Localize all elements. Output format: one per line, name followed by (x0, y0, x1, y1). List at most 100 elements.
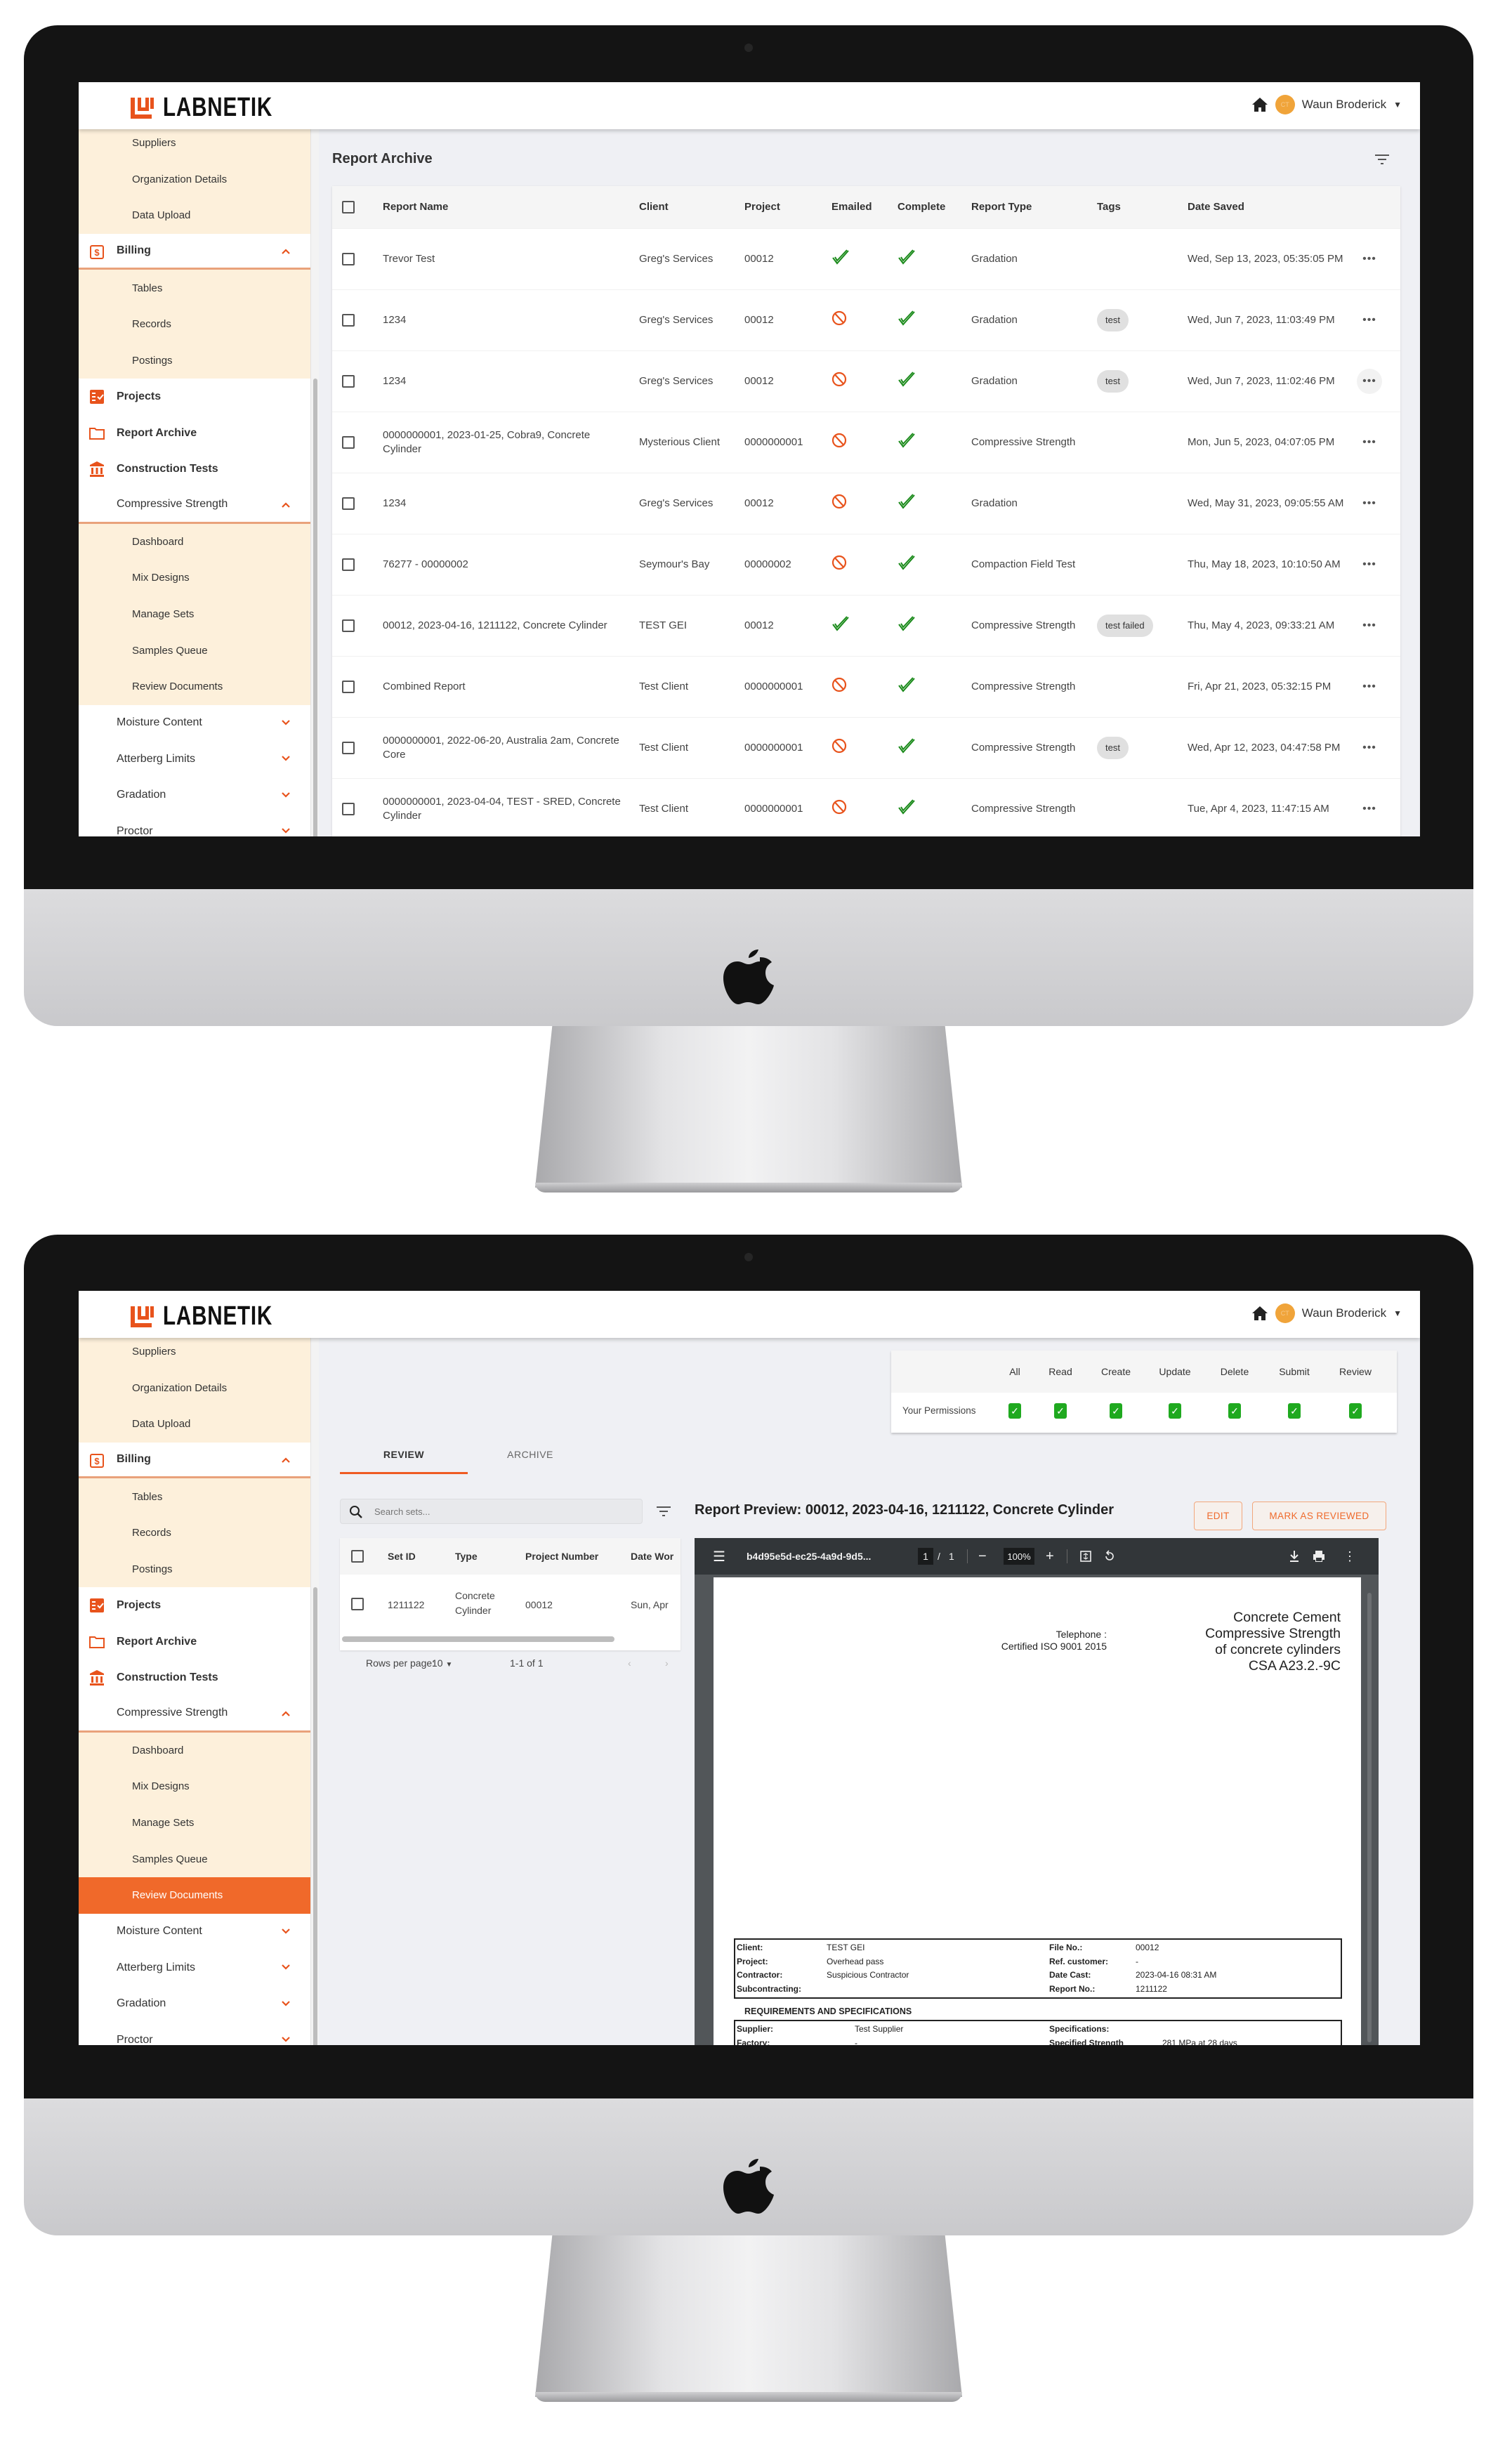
row-checkbox[interactable] (342, 436, 355, 449)
more-actions-button[interactable]: ••• (1357, 247, 1382, 272)
sidebar-item-projects[interactable]: Projects (79, 1587, 310, 1624)
logo[interactable]: LABNETIK (129, 1301, 303, 1332)
sidebar-item-construction-tests[interactable]: Construction Tests (79, 1660, 310, 1696)
rotate-icon[interactable] (1103, 1538, 1116, 1575)
column-header-client[interactable]: Client (639, 200, 744, 214)
chevron-up-icon[interactable] (280, 1708, 291, 1719)
sidebar-item-moisture-content[interactable]: Moisture Content (79, 705, 310, 742)
chevron-down-icon[interactable] (280, 825, 291, 836)
sidebar-item-samples-queue[interactable]: Samples Queue (79, 632, 310, 669)
more-actions-button[interactable]: ••• (1357, 796, 1382, 822)
row-checkbox-cell[interactable] (332, 619, 383, 632)
menu-icon[interactable]: ☰ (713, 1538, 725, 1575)
sidebar-item-samples-queue[interactable]: Samples Queue (79, 1841, 310, 1877)
chevron-down-icon[interactable] (280, 717, 291, 728)
table-row[interactable]: 1234 Greg's Services 00012 Gradation test Wed… (332, 290, 1400, 351)
tab-archive[interactable]: ARCHIVE (507, 1449, 553, 1460)
row-checkbox-cell[interactable] (332, 314, 383, 327)
sidebar-item-compressive-strength[interactable]: Compressive Strength (79, 1696, 310, 1733)
sidebar-item-tables[interactable]: Tables (79, 270, 310, 306)
sidebar-item-proctor[interactable]: Proctor (79, 2022, 310, 2045)
sidebar-scrollbar[interactable] (310, 1338, 319, 2045)
sidebar-item-tables[interactable]: Tables (79, 1478, 310, 1515)
table-row[interactable]: 76277 - 00000002 Seymour's Bay 00000002 Com… (332, 534, 1400, 596)
rows-per-page-select[interactable]: 10 ▼ (432, 1657, 452, 1669)
sets-row[interactable]: 1211122 Concrete Cylinder 00012 Sun, Apr (340, 1575, 681, 1634)
row-checkbox-cell[interactable] (332, 681, 383, 693)
mark-as-reviewed-button[interactable]: MARK AS REVIEWED (1252, 1502, 1386, 1530)
chevron-up-icon[interactable] (280, 499, 291, 511)
zoom-in-button[interactable]: + (1046, 1538, 1054, 1575)
sidebar-item-moisture-content[interactable]: Moisture Content (79, 1914, 310, 1950)
sidebar-item-report-archive[interactable]: Report Archive (79, 1624, 310, 1660)
row-checkbox[interactable] (342, 681, 355, 693)
sidebar-item-gradation[interactable]: Gradation (79, 777, 310, 814)
home-icon[interactable] (1251, 1306, 1268, 1321)
sidebar-item-projects[interactable]: Projects (79, 379, 310, 415)
sidebar-item-construction-tests[interactable]: Construction Tests (79, 451, 310, 487)
sidebar-item-billing[interactable]: $ Billing (79, 1443, 310, 1479)
chevron-down-icon[interactable] (280, 1962, 291, 1973)
download-icon[interactable] (1289, 1538, 1300, 1575)
search-input[interactable] (374, 1504, 627, 1518)
sets-column-type[interactable]: Type (455, 1551, 478, 1562)
user-name[interactable]: Waun Broderick (1302, 1306, 1386, 1320)
sets-column-date-wor[interactable]: Date Wor (631, 1551, 673, 1562)
user-name[interactable]: Waun Broderick (1302, 98, 1386, 112)
chevron-down-icon[interactable] (280, 1926, 291, 1937)
tag-chip[interactable]: test (1097, 309, 1129, 331)
column-header-tags[interactable]: Tags (1097, 200, 1188, 214)
filter-icon[interactable] (656, 1506, 671, 1517)
sidebar-item-postings[interactable]: Postings (79, 1551, 310, 1588)
chevron-up-icon[interactable] (280, 246, 291, 257)
chevron-down-icon[interactable] (280, 753, 291, 764)
sidebar-item-atterberg-limits[interactable]: Atterberg Limits (79, 1950, 310, 1986)
row-checkbox-cell[interactable] (332, 803, 383, 815)
tag-chip[interactable]: test failed (1097, 615, 1153, 637)
table-row[interactable]: Trevor Test Greg's Services 00012 Gradation… (332, 229, 1400, 290)
sidebar-item-organization-details[interactable]: Organization Details (79, 1369, 310, 1407)
column-header-report-type[interactable]: Report Type (971, 200, 1097, 214)
more-actions-button[interactable]: ••• (1357, 552, 1382, 577)
more-actions-button[interactable]: ••• (1357, 491, 1382, 516)
table-row[interactable]: 0000000001, 2022-06-20, Australia 2am, C… (332, 718, 1400, 779)
sidebar-item-postings[interactable]: Postings (79, 342, 310, 379)
pdf-scrollbar[interactable] (1367, 1593, 1372, 2042)
chevron-down-icon[interactable] (280, 1998, 291, 2009)
tag-chip[interactable]: test (1097, 737, 1129, 759)
sidebar-item-review-documents[interactable]: Review Documents (79, 1877, 310, 1914)
filter-icon[interactable] (1374, 154, 1390, 165)
sidebar-item-gradation[interactable]: Gradation (79, 1986, 310, 2023)
column-header-date-saved[interactable]: Date Saved (1188, 200, 1357, 214)
fit-page-icon[interactable] (1079, 1538, 1092, 1575)
more-actions-button[interactable]: ••• (1357, 430, 1382, 455)
prev-page-button[interactable]: ‹ (628, 1657, 631, 1669)
sidebar-item-manage-sets[interactable]: Manage Sets (79, 596, 310, 633)
sidebar-item-organization-details[interactable]: Organization Details (79, 161, 310, 198)
table-row[interactable]: 0000000001, 2023-04-04, TEST - SRED, Con… (332, 779, 1400, 836)
next-page-button[interactable]: › (665, 1657, 669, 1669)
select-all-checkbox[interactable] (342, 201, 355, 213)
row-checkbox-cell[interactable] (332, 497, 383, 510)
sidebar-item-review-documents[interactable]: Review Documents (79, 668, 310, 705)
row-checkbox-cell[interactable] (332, 375, 383, 388)
select-all-checkbox[interactable] (351, 1550, 364, 1563)
row-checkbox-cell[interactable] (332, 253, 383, 265)
sidebar-item-mix-designs[interactable]: Mix Designs (79, 560, 310, 596)
row-checkbox[interactable] (342, 497, 355, 510)
zoom-level-input[interactable]: 100% (1004, 1548, 1034, 1565)
avatar[interactable]: CT (1275, 1303, 1295, 1323)
column-header-report-name[interactable]: Report Name (383, 200, 639, 214)
tag-chip[interactable]: test (1097, 370, 1129, 393)
avatar[interactable]: CT (1275, 95, 1295, 114)
sidebar-item-suppliers[interactable]: Suppliers (79, 1338, 310, 1370)
user-menu[interactable]: CT Waun Broderick ▼ (1251, 95, 1402, 114)
row-checkbox[interactable] (342, 803, 355, 815)
sidebar-item-records[interactable]: Records (79, 1514, 310, 1551)
table-row[interactable]: 00012, 2023-04-16, 1211122, Concrete Cyl… (332, 596, 1400, 657)
sidebar-item-billing[interactable]: $ Billing (79, 234, 310, 270)
zoom-out-button[interactable]: − (978, 1538, 987, 1575)
row-checkbox[interactable] (342, 375, 355, 388)
print-icon[interactable] (1313, 1538, 1325, 1575)
sets-column-project-number[interactable]: Project Number (525, 1551, 598, 1562)
